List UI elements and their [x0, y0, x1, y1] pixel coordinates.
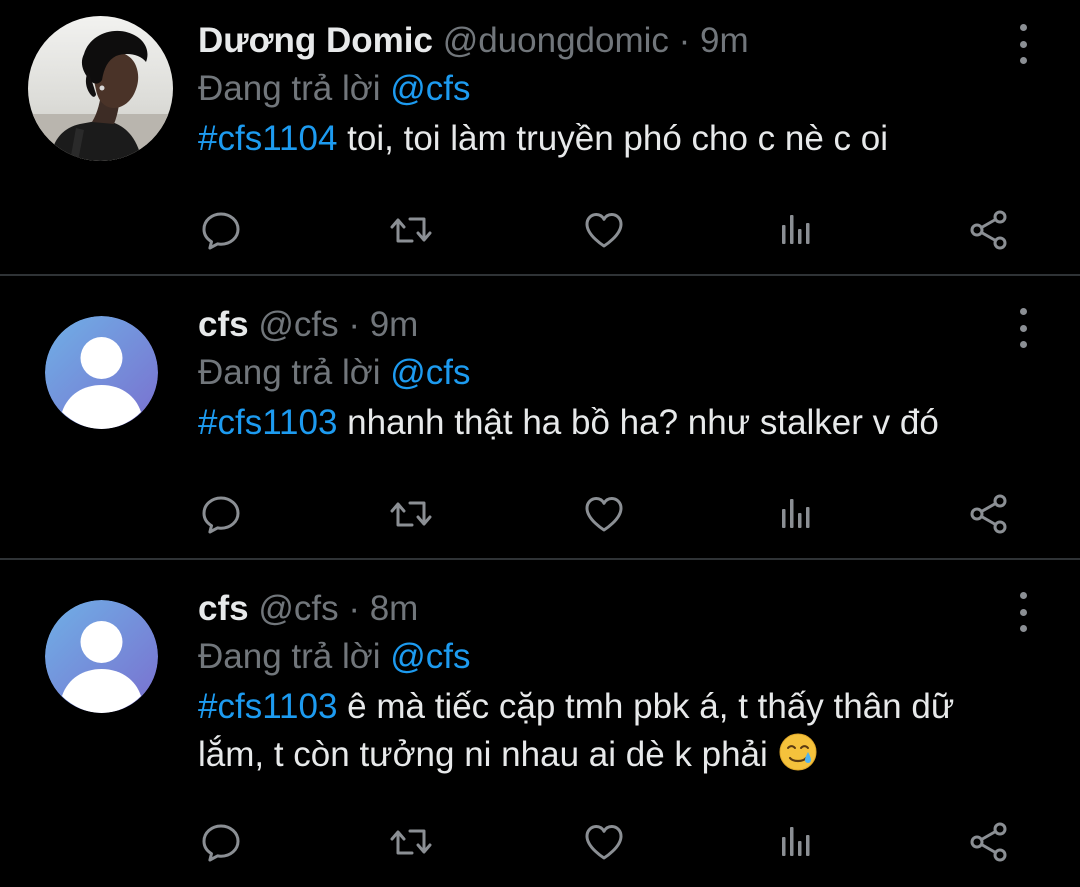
hashtag-link[interactable]: #cfs1104	[198, 119, 337, 158]
analytics-icon[interactable]	[771, 817, 821, 867]
analytics-icon[interactable]	[771, 205, 821, 255]
user-handle[interactable]: @cfs	[258, 305, 338, 344]
more-vertical-icon[interactable]	[1008, 308, 1038, 348]
share-icon[interactable]	[964, 205, 1014, 255]
retweet-icon[interactable]	[386, 489, 436, 539]
reply-context: Đang trả lời @cfs	[198, 353, 1000, 393]
tweet[interactable]: cfs @cfs · 9m Đang trả lời @cfs #cfs1103…	[0, 276, 1080, 558]
default-avatar-icon[interactable]	[45, 316, 158, 429]
tweet-body: toi, toi làm truyền phó cho c nè c oi	[337, 119, 889, 158]
tweet-text: #cfs1103 ê mà tiếc cặp tmh pbk á, t thấy…	[198, 683, 1000, 779]
share-icon[interactable]	[964, 817, 1014, 867]
reply-icon[interactable]	[196, 817, 246, 867]
reply-icon[interactable]	[196, 205, 246, 255]
reply-prefix: Đang trả lời	[198, 637, 381, 676]
hashtag-link[interactable]: #cfs1103	[198, 687, 337, 726]
profile-photo	[28, 16, 173, 161]
timestamp[interactable]: 9m	[700, 21, 749, 60]
retweet-icon[interactable]	[386, 205, 436, 255]
reply-mention-link[interactable]: @cfs	[390, 353, 470, 392]
tweet-text: #cfs1103 nhanh thật ha bồ ha? như stalke…	[198, 399, 1000, 447]
action-bar	[196, 817, 1026, 867]
reply-context: Đang trả lời @cfs	[198, 69, 1000, 109]
smiling-face-with-tear-emoji	[779, 733, 816, 771]
retweet-icon[interactable]	[386, 817, 436, 867]
tweet-body: nhanh thật ha bồ ha? như stalker v đó	[337, 403, 939, 442]
hashtag-link[interactable]: #cfs1103	[198, 403, 337, 442]
display-name[interactable]: cfs	[198, 589, 249, 628]
tweet-text: #cfs1104 toi, toi làm truyền phó cho c n…	[198, 115, 1000, 163]
separator-dot: ·	[348, 589, 360, 628]
reply-mention-link[interactable]: @cfs	[390, 69, 470, 108]
separator-dot: ·	[678, 21, 691, 60]
user-handle[interactable]: @cfs	[258, 589, 338, 628]
more-vertical-icon[interactable]	[1008, 592, 1038, 632]
like-icon[interactable]	[579, 489, 629, 539]
more-vertical-icon[interactable]	[1008, 24, 1038, 64]
default-avatar-icon[interactable]	[45, 600, 158, 713]
reply-prefix: Đang trả lời	[198, 353, 381, 392]
avatar[interactable]	[28, 16, 173, 161]
timestamp[interactable]: 9m	[370, 305, 419, 344]
display-name[interactable]: cfs	[198, 305, 249, 344]
action-bar	[196, 489, 1026, 539]
action-bar	[196, 205, 1026, 255]
reply-icon[interactable]	[196, 489, 246, 539]
reply-context: Đang trả lời @cfs	[198, 637, 1000, 677]
like-icon[interactable]	[579, 205, 629, 255]
timestamp[interactable]: 8m	[370, 589, 419, 628]
reply-prefix: Đang trả lời	[198, 69, 381, 108]
share-icon[interactable]	[964, 489, 1014, 539]
like-icon[interactable]	[579, 817, 629, 867]
display-name[interactable]: Dương Domic	[198, 21, 433, 60]
reply-mention-link[interactable]: @cfs	[390, 637, 470, 676]
tweet[interactable]: Dương Domic @duongdomic · 9m Đang trả lờ…	[0, 0, 1080, 274]
analytics-icon[interactable]	[771, 489, 821, 539]
separator-dot: ·	[348, 305, 360, 344]
user-handle[interactable]: @duongdomic	[443, 21, 669, 60]
tweet[interactable]: cfs @cfs · 8m Đang trả lời @cfs #cfs1103…	[0, 560, 1080, 887]
